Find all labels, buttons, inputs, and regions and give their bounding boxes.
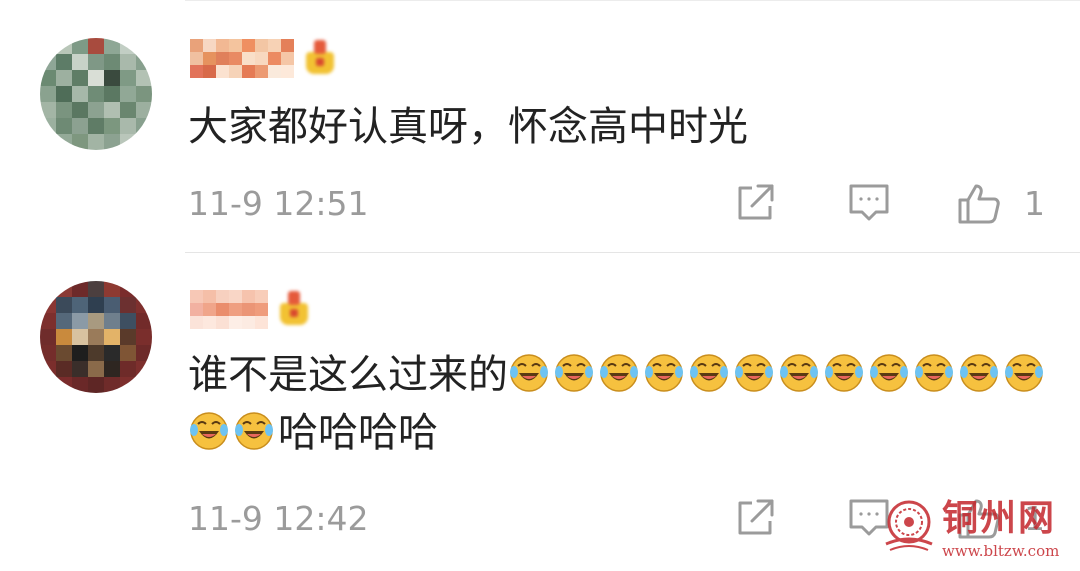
like-count: 1 [1024, 184, 1045, 223]
laughing-crying-emoji [190, 412, 228, 450]
username[interactable] [190, 289, 314, 329]
laughing-crying-emoji [870, 354, 908, 392]
comment-icon[interactable] [846, 180, 892, 226]
comment-text: 大家都好认真呀，怀念高中时光 [188, 98, 748, 156]
username-pixel-mosaic [190, 38, 294, 78]
comment-body: 谁不是这么过来的 [188, 352, 508, 398]
comment-trailing-text: 哈哈哈哈 [278, 410, 438, 456]
laughing-crying-emoji [690, 354, 728, 392]
laughing-crying-emoji [915, 354, 953, 392]
watermark-title: 铜州网 [942, 497, 1057, 539]
share-icon[interactable] [732, 180, 778, 226]
laughing-crying-emoji [1005, 354, 1043, 392]
timestamp: 11-9 12:42 [188, 499, 369, 538]
laughing-crying-emoji [645, 354, 683, 392]
watermark-url: www.bltzw.com [942, 542, 1060, 560]
laughing-crying-emoji [235, 412, 273, 450]
thumbs-up-icon[interactable] [956, 180, 1002, 226]
avatar-pixel-mosaic [40, 38, 152, 150]
laughing-crying-emoji [555, 354, 593, 392]
crown-badge-icon [274, 289, 314, 329]
comment-item: 大家都好认真呀，怀念高中时光 11-9 12:51 1 [0, 0, 1080, 253]
avatar-pixel-mosaic [40, 281, 152, 393]
laughing-crying-emoji [960, 354, 998, 392]
site-logo-icon [885, 500, 933, 551]
avatar[interactable] [40, 38, 152, 150]
laughing-crying-emoji [510, 354, 548, 392]
timestamp: 11-9 12:51 [188, 184, 369, 223]
laughing-crying-emoji [780, 354, 818, 392]
username[interactable] [190, 38, 340, 78]
share-icon[interactable] [732, 495, 778, 541]
avatar[interactable] [40, 281, 152, 393]
crown-badge-icon [300, 38, 340, 78]
laughing-crying-emoji [825, 354, 863, 392]
comment-text: 谁不是这么过来的哈哈哈哈 [188, 346, 1068, 462]
comment-meta: 11-9 12:51 1 [188, 178, 1048, 228]
username-pixel-mosaic [190, 289, 268, 329]
laughing-crying-emoji [600, 354, 638, 392]
comment-body: 大家都好认真呀，怀念高中时光 [188, 104, 748, 150]
site-watermark: 铜州网 www.bltzw.com [882, 496, 1072, 566]
laughing-crying-emoji [735, 354, 773, 392]
